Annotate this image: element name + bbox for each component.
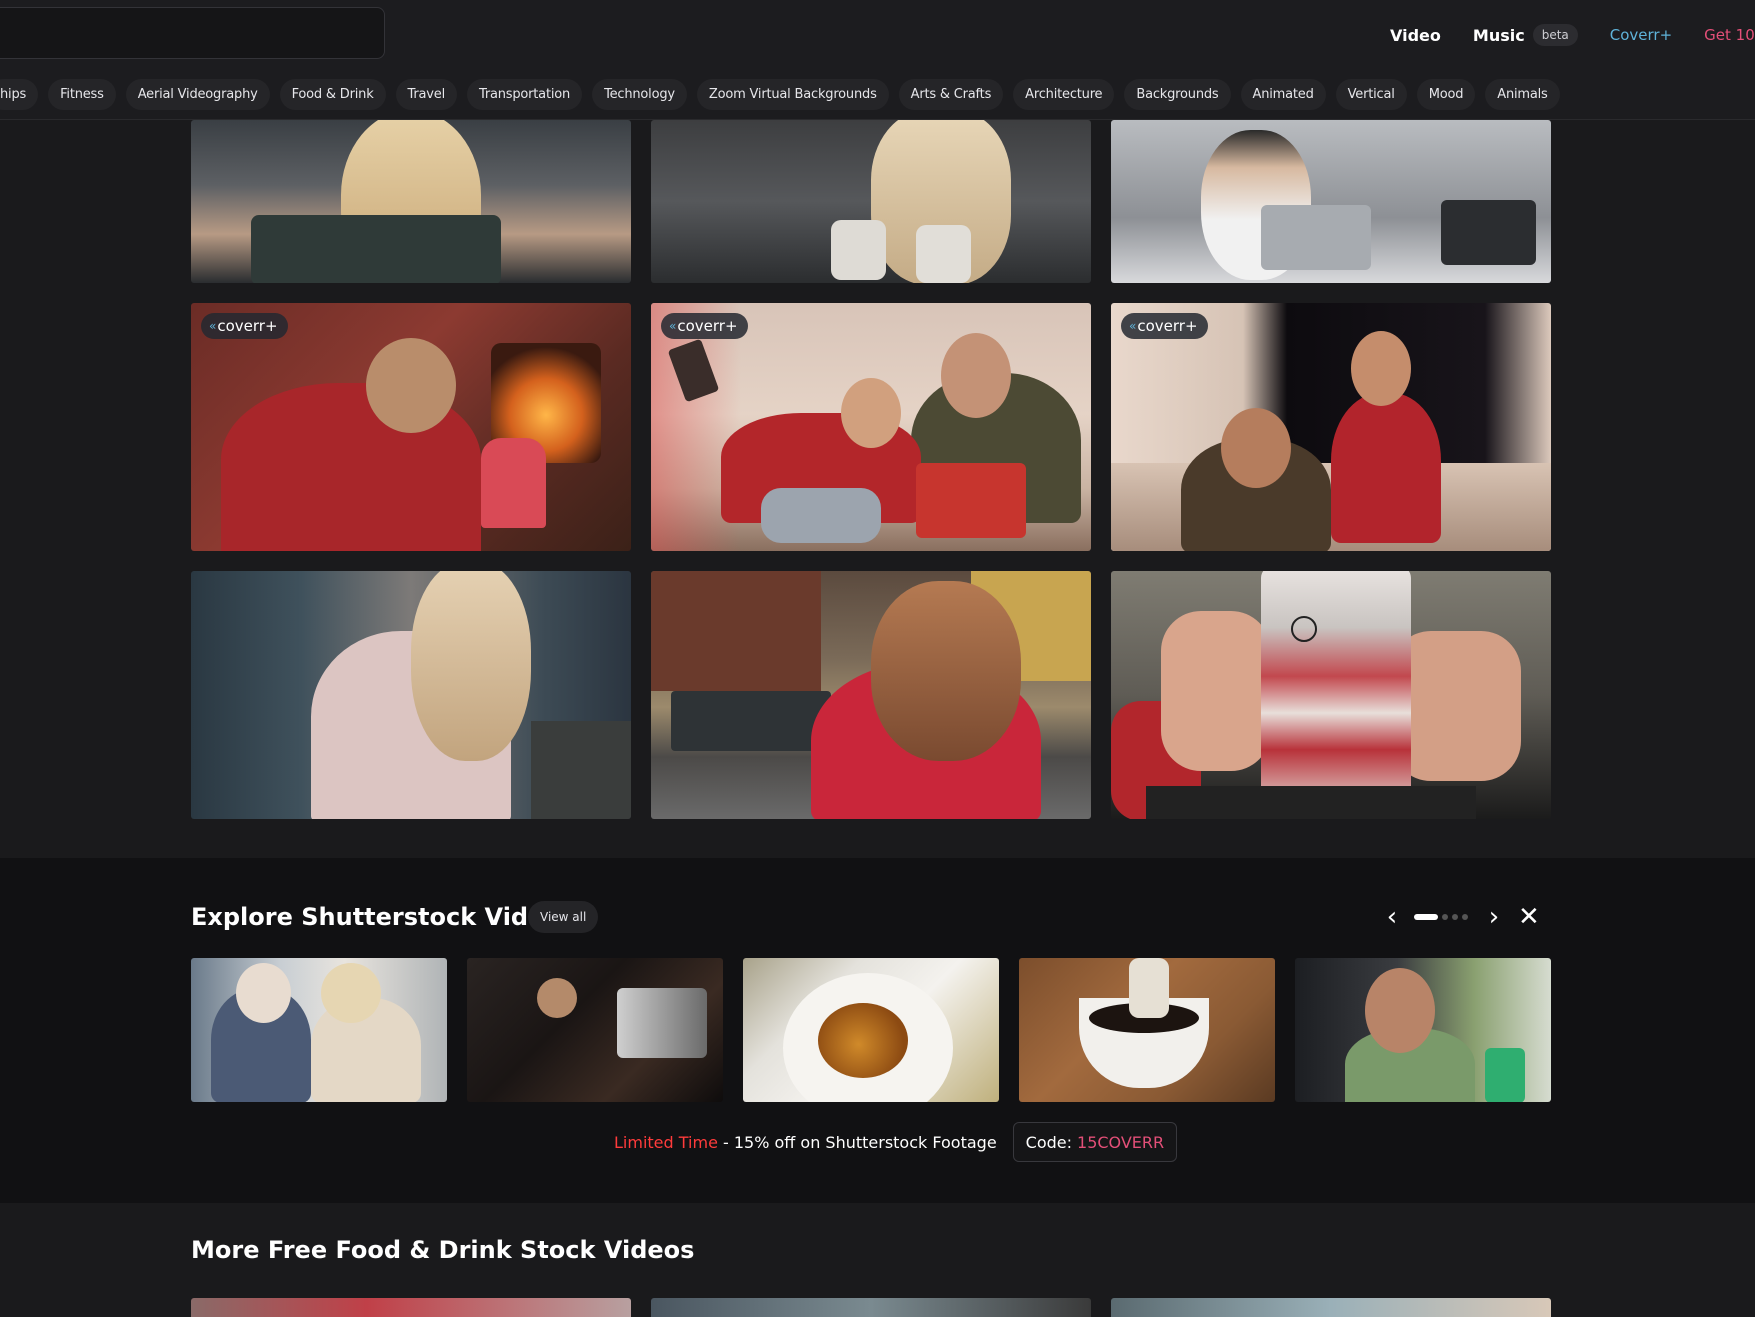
coverr-mark-icon: «: [1129, 319, 1137, 333]
shutterstock-thumbnail[interactable]: [1295, 958, 1551, 1102]
category-chip[interactable]: Mood: [1416, 79, 1476, 110]
category-chip[interactable]: hips: [0, 79, 39, 110]
shutterstock-thumbnail[interactable]: [1019, 958, 1275, 1102]
nav-music[interactable]: Music beta: [1473, 24, 1578, 46]
category-chip[interactable]: Vertical: [1335, 79, 1407, 110]
shutterstock-thumbnail[interactable]: [467, 958, 723, 1102]
beta-badge: beta: [1532, 24, 1578, 46]
video-thumbnail[interactable]: [191, 120, 631, 283]
coverr-plus-badge: «coverr+: [1121, 313, 1208, 339]
carousel-dot[interactable]: [1452, 914, 1458, 920]
category-chip[interactable]: Transportation: [466, 79, 583, 110]
promo-limited: Limited Time: [614, 1132, 718, 1152]
carousel-dot[interactable]: [1462, 914, 1468, 920]
header: Video Music beta Coverr+ Get 10 Fre hips…: [0, 0, 1755, 120]
category-chip[interactable]: Fitness: [48, 79, 116, 110]
search-input[interactable]: [0, 7, 385, 59]
top-nav: Video Music beta Coverr+ Get 10 Fre: [1390, 22, 1755, 48]
chevron-right-icon[interactable]: ›: [1482, 902, 1506, 932]
video-thumbnail[interactable]: [191, 571, 631, 819]
page: Video Music beta Coverr+ Get 10 Fre hips…: [0, 0, 1755, 1317]
video-thumbnail[interactable]: «coverr+: [1111, 303, 1551, 551]
category-chip[interactable]: Arts & Crafts: [898, 79, 1004, 110]
promo-bar: Limited Time - 15% off on Shutterstock F…: [614, 1122, 1178, 1162]
coverr-plus-badge: «coverr+: [201, 313, 288, 339]
explore-title: Explore Shutterstock Videos: [191, 903, 576, 931]
more-section-title: More Free Food & Drink Stock Videos: [191, 1236, 695, 1264]
carousel-dots: [1414, 914, 1472, 920]
promo-rest: - 15% off on Shutterstock Footage: [717, 1132, 997, 1152]
video-thumbnail[interactable]: [1111, 120, 1551, 283]
video-thumbnail[interactable]: [651, 1298, 1091, 1317]
category-chip[interactable]: Food & Drink: [279, 79, 386, 110]
category-chip[interactable]: Backgrounds: [1124, 79, 1231, 110]
category-chip[interactable]: Zoom Virtual Backgrounds: [696, 79, 889, 110]
code-value: 15COVERR: [1077, 1132, 1165, 1152]
video-thumbnail[interactable]: [1111, 571, 1551, 819]
nav-coverr-plus[interactable]: Coverr+: [1610, 26, 1672, 44]
video-thumbnail[interactable]: [1111, 1298, 1551, 1317]
nav-video[interactable]: Video: [1390, 26, 1441, 45]
carousel-dot[interactable]: [1414, 914, 1438, 920]
category-bar: hips Fitness Aerial Videography Food & D…: [0, 79, 1570, 110]
category-chip[interactable]: Architecture: [1013, 79, 1115, 110]
nav-music-label: Music: [1472, 25, 1525, 45]
carousel-dot[interactable]: [1442, 914, 1448, 920]
badge-label: coverr+: [677, 317, 738, 335]
shutterstock-thumbnail[interactable]: [191, 958, 447, 1102]
video-thumbnail[interactable]: [651, 120, 1091, 283]
category-chip[interactable]: Travel: [395, 79, 457, 110]
carousel-pager: ‹ ›: [1380, 902, 1506, 932]
video-thumbnail[interactable]: «coverr+: [191, 303, 631, 551]
badge-label: coverr+: [217, 317, 278, 335]
coverr-mark-icon: «: [209, 319, 217, 333]
video-grid: «coverr+ «coverr+ «coverr+: [0, 120, 1755, 858]
code-label: Code:: [1025, 1132, 1073, 1152]
video-thumbnail[interactable]: [651, 571, 1091, 819]
coverr-mark-icon: «: [669, 319, 677, 333]
coverr-plus-badge: «coverr+: [661, 313, 748, 339]
view-all-button[interactable]: View all: [528, 901, 599, 933]
category-chip[interactable]: Aerial Videography: [125, 79, 270, 110]
video-thumbnail[interactable]: [191, 1298, 631, 1317]
category-chip[interactable]: Animated: [1240, 79, 1326, 110]
promo-code-box[interactable]: Code: 15COVERR: [1012, 1122, 1178, 1162]
video-thumbnail[interactable]: «coverr+: [651, 303, 1091, 551]
nav-get-free[interactable]: Get 10 Fre: [1704, 26, 1755, 44]
category-chip[interactable]: Technology: [592, 79, 687, 110]
category-chip[interactable]: Animals: [1485, 79, 1560, 110]
chevron-left-icon[interactable]: ‹: [1380, 902, 1404, 932]
badge-label: coverr+: [1137, 317, 1198, 335]
close-icon[interactable]: ✕: [1518, 902, 1540, 932]
shutterstock-thumbnail[interactable]: [743, 958, 999, 1102]
promo-text: Limited Time - 15% off on Shutterstock F…: [614, 1133, 997, 1152]
